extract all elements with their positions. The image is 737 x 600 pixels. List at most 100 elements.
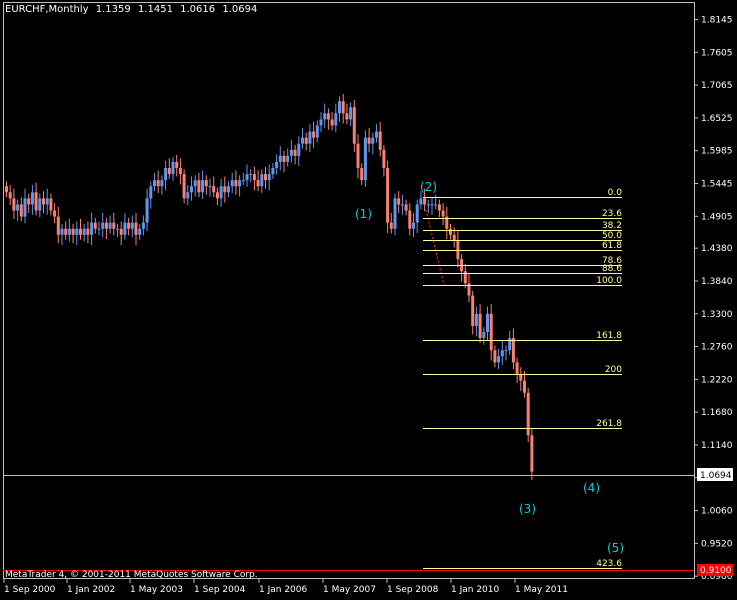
candle-body [227,186,230,193]
candle-body [449,228,452,235]
candle-body [282,155,286,162]
candle-body [371,137,375,144]
alert-price-marker: 0.9100 [700,566,732,576]
price-tick-label: 1.5985 [701,147,733,157]
candle-body [5,186,8,193]
time-tick-label: 1 Jan 2002 [67,585,115,595]
candle-body [156,180,160,187]
candle-body [297,143,301,156]
candle-body [256,180,260,187]
candle-body [508,338,512,351]
price-tick-label: 1.1680 [701,408,733,418]
candle-body [301,137,304,144]
candle-body [511,338,515,363]
candle-body [482,332,486,339]
candle-body [334,113,338,126]
candle-body [389,222,393,229]
price-tick-label: 1.3300 [701,310,733,320]
candle-body [423,198,427,205]
ohlc-close: 1.0694 [222,4,258,15]
ohlc-high: 1.1451 [137,4,173,15]
candle-body [116,228,119,230]
candle-body [49,198,53,211]
candle-body [64,228,68,235]
candle-body [289,149,293,156]
candle-body [56,216,60,235]
candle-body [260,174,264,187]
candle-body [378,131,382,150]
candle-body [367,137,371,144]
candle-body [223,186,227,193]
candle-body [326,113,330,120]
candle-body [397,198,401,205]
candle-body [415,204,419,223]
current-price-marker: 1.0694 [700,471,732,481]
candle-body [178,168,182,175]
candle-body [145,198,149,223]
candle-body [119,228,123,235]
candle-body [123,222,127,235]
candle-body [190,186,193,193]
fibo-level-label: 423.6 [596,559,622,569]
candle-body [127,222,131,229]
wave-label: (5) [607,541,624,555]
candle-body [349,107,353,120]
candle-body [208,186,212,188]
candle-body [441,210,445,217]
candle-body [97,228,101,230]
candle-body [330,119,334,126]
candle-body [230,180,234,187]
candle-body [408,210,412,229]
candle-body [286,155,290,162]
time-tick-label: 1 Sep 2004 [194,585,246,595]
candle-body [204,180,208,187]
candle-body [474,313,478,326]
candle-body [319,119,323,126]
symbol-timeframe: EURCHF,Monthly [5,4,89,15]
candle-body [234,180,238,187]
candle-body [304,137,308,144]
price-tick-label: 1.1140 [701,441,733,451]
candle-body [404,204,408,211]
price-chart[interactable]: 0.023.638.250.061.878.688.6100.0161.8200… [0,0,737,600]
candle-body [186,192,190,199]
price-tick-label: 1.7605 [701,48,733,58]
candle-body [45,198,49,205]
candle-body [530,435,534,472]
candle-body [212,186,216,193]
candle-body [345,113,349,120]
candle-body [93,222,97,229]
time-tick-label: 1 May 2011 [515,585,568,595]
candle-body [278,155,282,162]
candle-body [101,222,105,229]
candle-body [193,180,197,187]
candle-body [323,113,327,120]
candle-body [393,198,397,229]
candle-body [489,313,493,351]
candle-body [53,210,57,217]
price-tick-label: 1.3840 [701,277,733,287]
fibo-level-label: 50.0 [602,231,622,241]
candle-body [171,161,175,175]
candle-body [382,149,386,168]
candle-body [412,222,415,229]
wave-label: (1) [355,207,372,221]
candle-body [8,192,12,199]
chart-window[interactable]: 0.0 23.6 38.2 50.0 61.8 78.6 88.6 100.0 161.8 200… [0,0,737,600]
candle-body [153,180,156,187]
candle-body [90,222,94,235]
fibo-level-label: 23.6 [602,209,622,219]
candle-body [252,174,256,181]
candle-body [175,161,179,168]
candle-body [108,222,112,229]
candle-body [515,362,519,375]
candle-body [27,198,31,205]
candle-body [264,174,267,181]
candle-body [249,174,253,176]
candle-body [500,350,504,357]
candle-body [341,101,345,114]
candle-body [308,131,312,144]
candle-body [241,180,245,182]
price-tick-label: 1.0060 [701,507,733,517]
candle-body [112,222,116,229]
